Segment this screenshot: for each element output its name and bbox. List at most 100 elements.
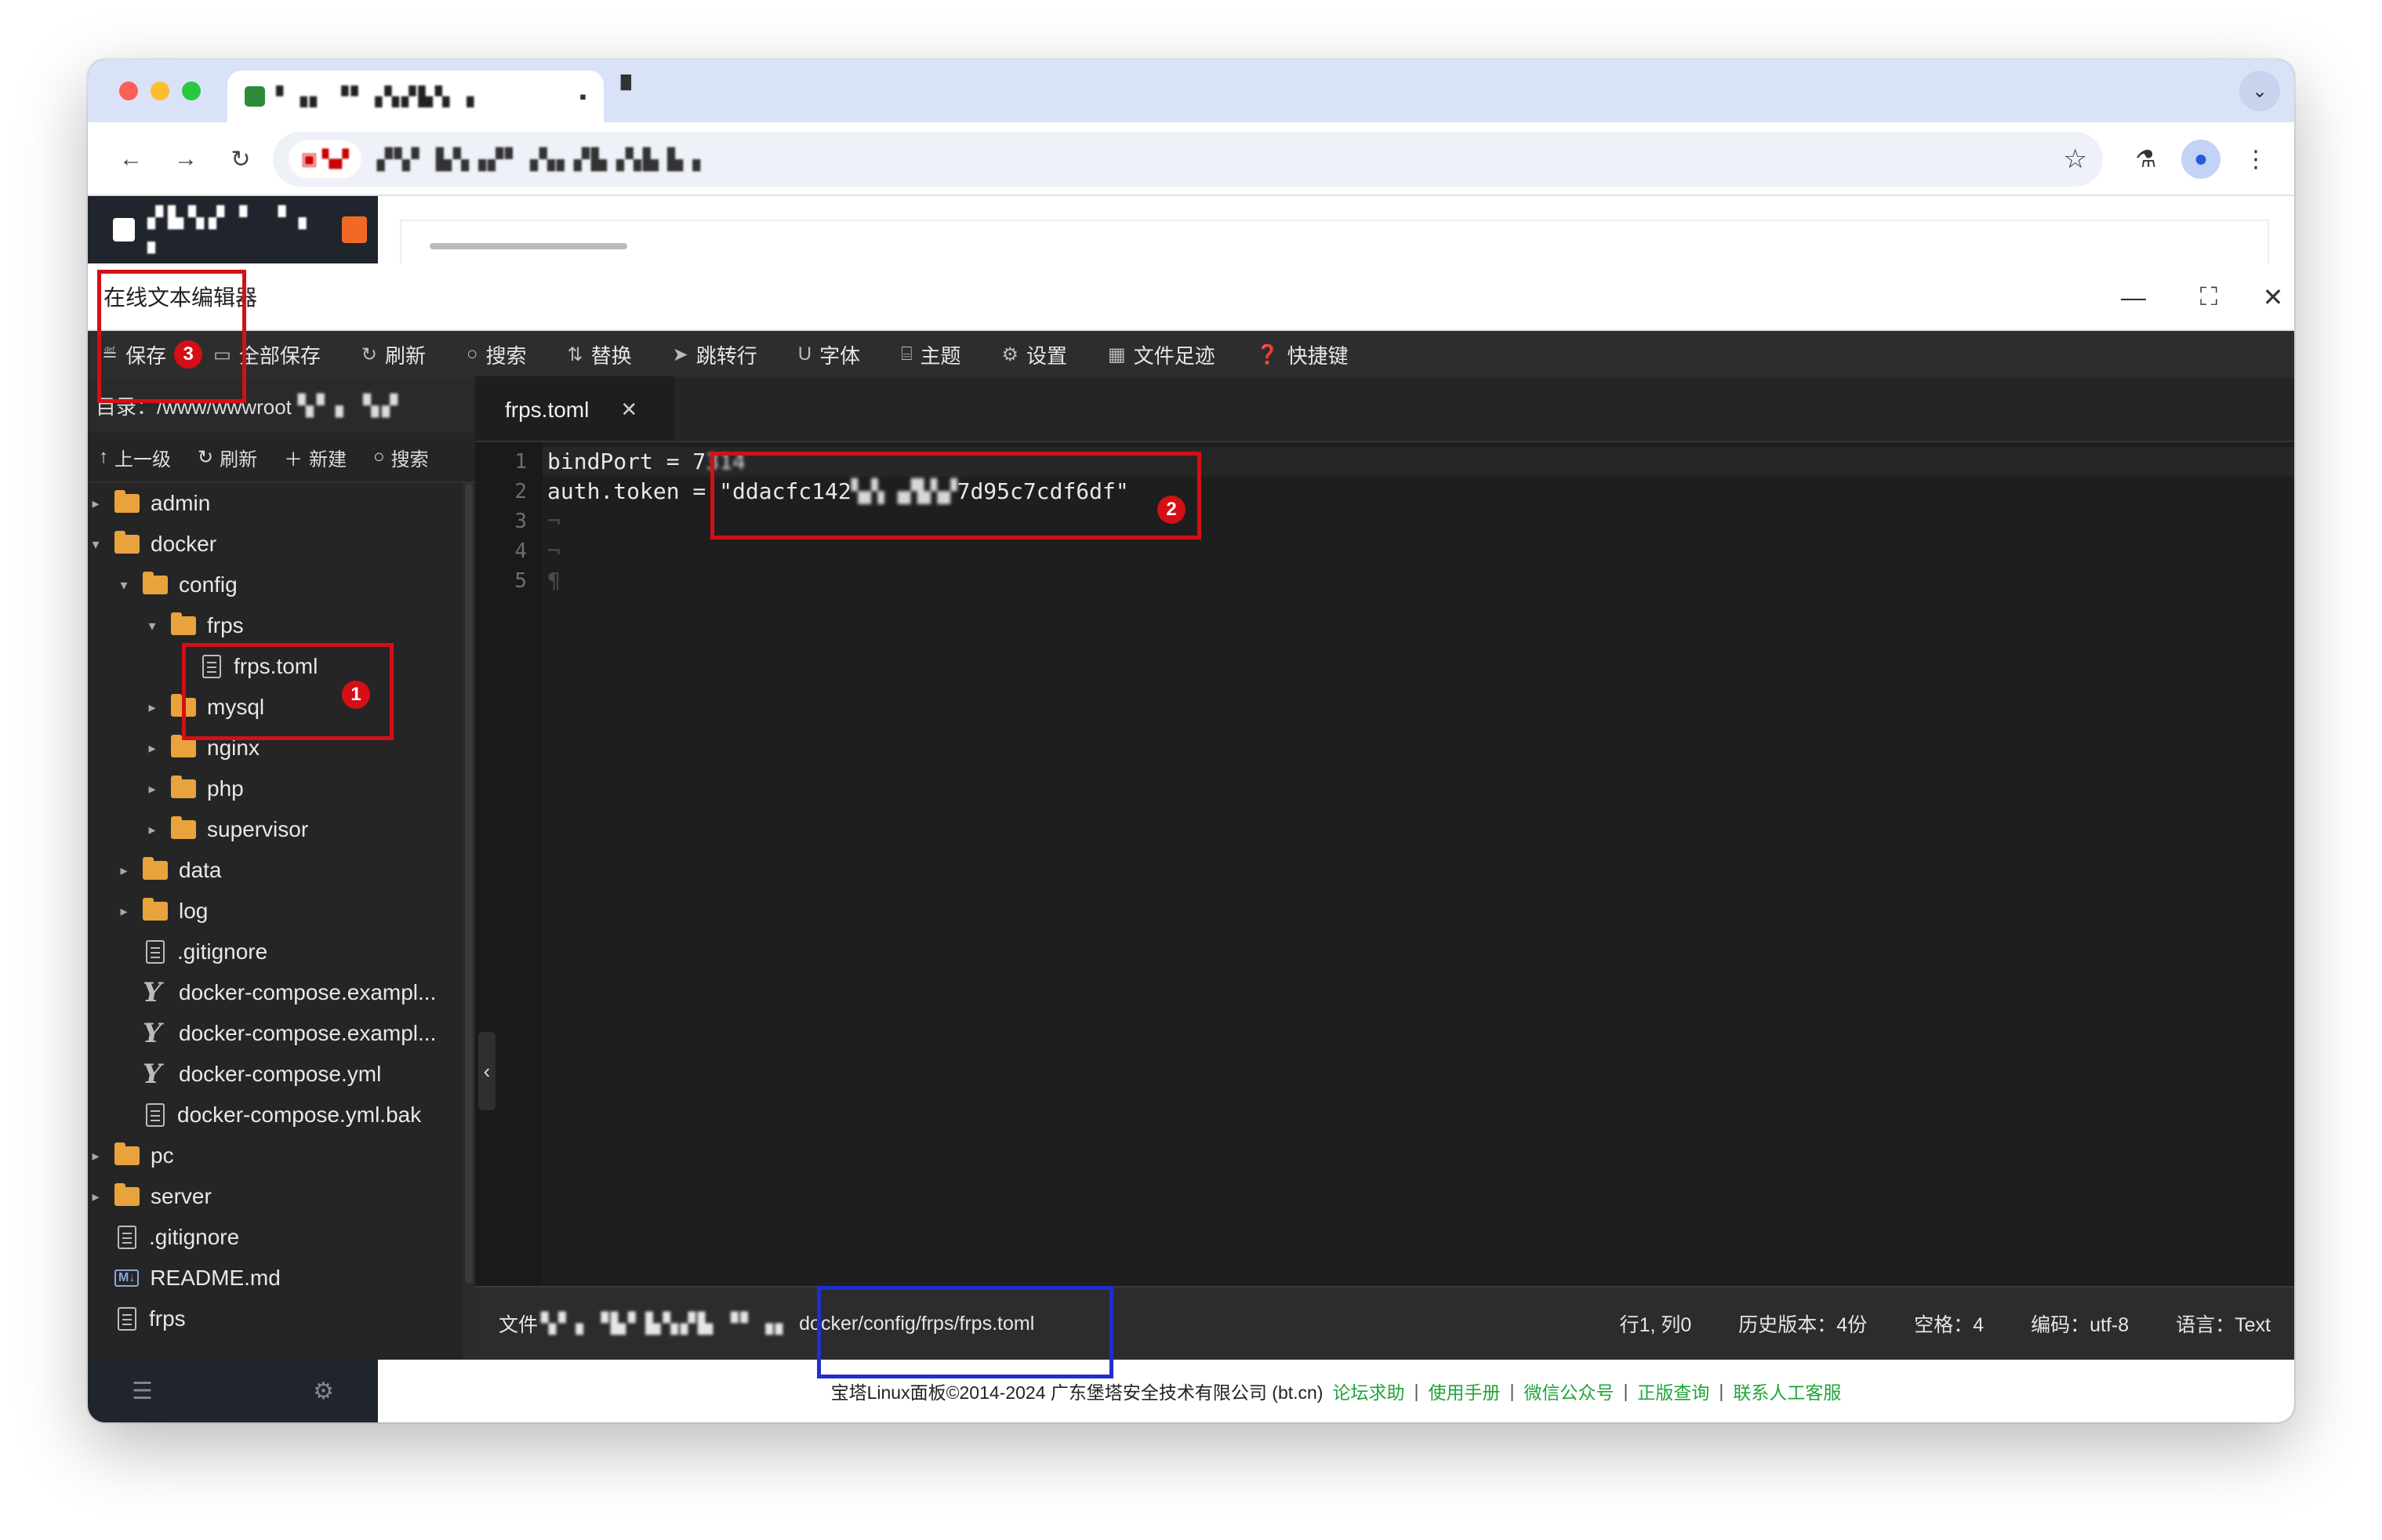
node-label: README.md — [150, 1266, 281, 1290]
close-dialog-button[interactable]: ✕ — [2253, 278, 2293, 317]
tab-search-button[interactable]: ⌄ — [2239, 71, 2280, 111]
refresh-label: 刷新 — [384, 343, 426, 368]
tree-node-admin[interactable]: ▸ admin — [88, 483, 463, 524]
tree-node-data[interactable]: ▸ data — [88, 850, 463, 891]
code-area[interactable]: 1 2 3 4 5 bindPort = 7314 auth.token = "… — [475, 442, 2294, 1286]
language-mode[interactable]: 语言：Text — [2152, 1309, 2294, 1338]
bookmark-star-icon[interactable]: ☆ — [2064, 143, 2087, 175]
node-label: docker-compose.yml.bak — [177, 1102, 422, 1127]
collapse-arrow-icon[interactable]: ▾ — [144, 618, 160, 634]
parent-dir-button[interactable]: ↑ 上一级 — [88, 444, 182, 471]
tree-node-pc[interactable]: ▸ pc — [88, 1135, 463, 1176]
expand-arrow-icon[interactable]: ▸ — [144, 781, 160, 797]
tree-node-config[interactable]: ▾ config — [88, 565, 463, 605]
expand-arrow-icon[interactable]: ▸ — [88, 1189, 103, 1205]
tree-node-docker[interactable]: ▾ docker — [88, 524, 463, 565]
labs-icon[interactable]: ⚗ — [2126, 140, 2166, 179]
cursor-position[interactable]: 行1, 列0 — [1596, 1309, 1716, 1338]
tree-node-supervisor[interactable]: ▸ supervisor — [88, 809, 463, 850]
tree-node-compose-yml[interactable]: Ydocker-compose.yml — [88, 1054, 463, 1095]
new-tab-button[interactable]: ▘ — [621, 75, 641, 107]
back-button[interactable]: ← — [111, 140, 151, 179]
collapse-arrow-icon[interactable]: ▾ — [116, 577, 132, 594]
forum-link[interactable]: 论坛求助 — [1332, 1378, 1404, 1404]
new-file-button[interactable]: ＋ 新建 — [268, 444, 358, 471]
maximize-dialog-button[interactable]: ⛶ — [2189, 278, 2228, 317]
expand-arrow-icon[interactable]: ▸ — [88, 1148, 103, 1164]
page-card — [400, 220, 2269, 263]
expand-arrow-icon[interactable]: ▸ — [144, 699, 160, 716]
sidebar-search-button[interactable]: ○ 搜索 — [358, 444, 440, 471]
expand-arrow-icon[interactable]: ▸ — [116, 863, 132, 879]
sidebar-refresh-label: 刷新 — [220, 449, 258, 470]
browser-toolbar: ← → ↻ ▣ ▚▞ ▞▚▘ ▙▚▗▞▘▗▚▖▞▙▗▚▙ ▙▗ ☆ ⚗ ● ⋮ — [88, 122, 2294, 196]
goto-line-button[interactable]: ➤ 跳转行 — [652, 331, 778, 378]
search-button[interactable]: ○ 搜索 — [446, 331, 547, 378]
editor-tab-frps-toml[interactable]: frps.toml ✕ — [475, 376, 674, 441]
license-link[interactable]: 正版查询 — [1637, 1378, 1709, 1404]
tree-node-readme[interactable]: M↓ README.md — [88, 1258, 463, 1298]
folder-icon — [171, 612, 196, 635]
expand-arrow-icon[interactable]: ▸ — [144, 822, 160, 838]
menu-toggle-icon[interactable]: ☰ — [132, 1378, 153, 1405]
expand-arrow-icon[interactable]: ▸ — [116, 903, 132, 920]
font-button[interactable]: U 字体 — [778, 331, 881, 378]
minimize-dialog-button[interactable]: — — [2114, 278, 2153, 317]
editor-tabs: frps.toml ✕ — [475, 376, 2294, 442]
browser-tab[interactable]: ▘▗▖ ▝▘▗▚▞▙▚ ▗ ▪ — [227, 71, 604, 122]
support-link[interactable]: 联系人工客服 — [1733, 1378, 1841, 1404]
copyright-text: 宝塔Linux面板©2014-2024 广东堡塔安全技术有限公司 (bt.cn) — [830, 1382, 1324, 1403]
tab-strip: ▘▗▖ ▝▘▗▚▞▙▚ ▗ ▪ ▘ ⌄ — [88, 60, 2294, 122]
reload-button[interactable]: ↻ — [221, 140, 260, 179]
manual-link[interactable]: 使用手册 — [1428, 1378, 1500, 1404]
shortcuts-button[interactable]: ❓ 快捷键 — [1236, 331, 1369, 378]
theme-button[interactable]: ⌸ 主题 — [881, 331, 981, 378]
annotation-badge-1: 1 — [342, 681, 370, 709]
site-info-chip[interactable]: ▣ ▚▞ — [289, 140, 361, 178]
wechat-link[interactable]: 微信公众号 — [1523, 1378, 1614, 1404]
tree-node-root-gitignore[interactable]: .gitignore — [88, 1217, 463, 1258]
replace-button[interactable]: ⇅ 替换 — [546, 331, 652, 378]
zoom-window-button[interactable] — [182, 82, 201, 100]
profile-avatar[interactable]: ● — [2181, 140, 2220, 179]
theme-icon: ⌸ — [901, 343, 913, 365]
tree-node-frps-file[interactable]: frps — [88, 1298, 463, 1339]
sidebar-refresh-button[interactable]: ↻ 刷新 — [182, 444, 268, 471]
tree-node-frps-folder[interactable]: ▾ frps — [88, 605, 463, 646]
expand-arrow-icon[interactable]: ▸ — [144, 740, 160, 757]
scrollbar-thumb[interactable] — [465, 483, 473, 1283]
sidebar-search-label: 搜索 — [390, 449, 429, 470]
expand-arrow-icon[interactable]: ▸ — [88, 496, 103, 512]
favicon-icon — [245, 86, 265, 107]
close-tab-icon[interactable]: ✕ — [620, 398, 637, 422]
url-text[interactable]: ▞▚▘ ▙▚▗▞▘▗▚▖▞▙▗▚▙ ▙▗ — [377, 147, 702, 172]
notification-icon[interactable] — [342, 216, 367, 243]
settings-button[interactable]: ⚙ 设置 — [982, 331, 1088, 378]
refresh-button[interactable]: ↻ 刷新 — [341, 331, 446, 378]
tree-node-compose-example-2[interactable]: Ydocker-compose.exampl... — [88, 1013, 463, 1054]
address-bar[interactable]: ▣ ▚▞ ▞▚▘ ▙▚▗▞▘▗▚▖▞▙▗▚▙ ▙▗ ☆ — [273, 132, 2103, 187]
collapse-sidebar-button[interactable]: ‹ — [478, 1032, 496, 1110]
browser-menu-icon[interactable]: ⋮ — [2236, 140, 2275, 179]
close-window-button[interactable] — [119, 82, 138, 100]
annotation-box-path — [817, 1286, 1113, 1378]
tree-node-compose-bak[interactable]: docker-compose.yml.bak — [88, 1095, 463, 1135]
tree-node-compose-example-1[interactable]: Ydocker-compose.exampl... — [88, 972, 463, 1013]
tree-node-gitignore[interactable]: .gitignore — [88, 932, 463, 972]
encoding[interactable]: 编码：utf-8 — [2007, 1309, 2152, 1338]
collapse-arrow-icon[interactable]: ▾ — [88, 536, 103, 553]
tree-node-server[interactable]: ▸ server — [88, 1176, 463, 1217]
indent-spaces[interactable]: 空格：4 — [1890, 1309, 2007, 1338]
gear-icon[interactable]: ⚙ — [313, 1378, 334, 1405]
sidebar-scrollbar[interactable] — [463, 483, 475, 1360]
new-file-label: 新建 — [309, 449, 347, 470]
file-sidebar: 目录：/www/wwwroot ▚▘▖ ▚▞ ↑ 上一级 ↻ 刷新 ＋新建 ○ 搜索 … — [88, 378, 475, 1360]
tree-node-php[interactable]: ▸ php — [88, 768, 463, 809]
yaml-icon: Y — [143, 977, 162, 1008]
minimize-window-button[interactable] — [151, 82, 169, 100]
forward-button[interactable]: → — [166, 140, 205, 179]
tree-node-log[interactable]: ▸ log — [88, 891, 463, 932]
tab-close-icon[interactable]: ▪ — [579, 85, 586, 109]
history-versions[interactable]: 历史版本：4份 — [1715, 1309, 1890, 1338]
file-history-button[interactable]: ▦ 文件足迹 — [1088, 331, 1236, 378]
